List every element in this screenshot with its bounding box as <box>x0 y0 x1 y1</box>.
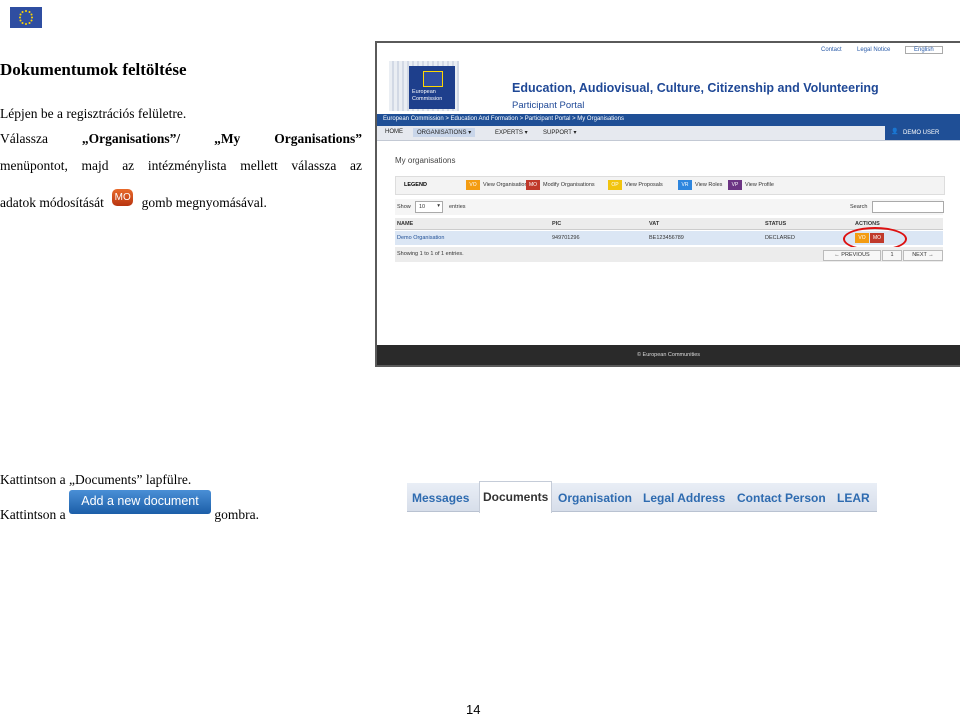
word: intézménylista <box>147 158 227 173</box>
col-name[interactable]: NAME <box>397 221 413 227</box>
next-button[interactable]: NEXT → <box>903 250 943 261</box>
word: mellett <box>240 158 278 173</box>
legend-badge: VP <box>728 180 742 190</box>
legend-label-text: Modify Organisations <box>543 182 595 188</box>
menu-path-my: „My <box>214 131 241 146</box>
page-heading: My organisations <box>395 156 456 165</box>
legend-badge: OP <box>608 180 622 190</box>
instruction-line-5: Kattintson a „Documents” lapfülre. <box>0 472 192 487</box>
tab-lear[interactable]: LEAR <box>837 483 870 511</box>
legend-badge: MO <box>526 180 540 190</box>
user-icon: 👤 <box>891 129 899 135</box>
previous-button[interactable]: ← PREVIOUS <box>823 250 881 261</box>
nav-support[interactable]: SUPPORT ▾ <box>543 129 576 136</box>
org-vat: BE123456789 <box>649 235 684 241</box>
entries-label: entries <box>449 204 466 210</box>
instruction-line-2: Válassza „Organisations”/ „My Organisati… <box>0 131 362 147</box>
table-controls: Show 10 ▾ entries Search <box>395 199 944 215</box>
legend-badge: VR <box>678 180 692 190</box>
show-label: Show <box>397 204 411 210</box>
chevron-down-icon: ▾ <box>437 203 440 209</box>
nav-experts-label: EXPERTS <box>495 130 523 136</box>
legend-label-text: View Profile <box>745 182 774 188</box>
breadcrumb: European Commission > Education And Form… <box>377 114 960 126</box>
top-links: Contact Legal Notice English <box>377 43 960 59</box>
org-name-link[interactable]: Demo Organisation <box>397 235 444 241</box>
legal-notice-link[interactable]: Legal Notice <box>857 47 890 53</box>
page-size-select[interactable]: 10 ▾ <box>415 201 443 213</box>
tab-legal-address[interactable]: Legal Address <box>643 483 725 511</box>
text: adatok módosítását <box>0 195 104 210</box>
word: válassza <box>291 158 337 173</box>
document-tabs: Messages Documents Organisation Legal Ad… <box>407 481 877 513</box>
menu-path-my-organisations: Organisations” <box>274 131 362 146</box>
nav-organisations-label: ORGANISATIONS <box>417 130 467 136</box>
instruction-line-1: Lépjen be a regisztrációs felületre. <box>0 106 187 121</box>
legend-label-text: View Proposals <box>625 182 663 188</box>
tab-messages[interactable]: Messages <box>412 483 469 511</box>
col-vat[interactable]: VAT <box>649 221 659 227</box>
legend-label-text: View Organisations <box>483 182 531 188</box>
legend-label: LEGEND <box>404 182 427 188</box>
demo-user-menu[interactable]: 👤 DEMO USER <box>885 126 960 140</box>
section-title: Dokumentumok feltöltése <box>0 60 187 79</box>
instruction-line-4: adatok módosítását MO gomb megnyomásával… <box>0 189 267 213</box>
tab-organisation[interactable]: Organisation <box>558 483 632 511</box>
legend-badge: VO <box>466 180 480 190</box>
legend-bar: LEGEND VO View Organisations MO Modify Orga… <box>395 176 945 195</box>
text: Válassza <box>0 131 48 146</box>
search-label: Search <box>850 204 868 210</box>
word: az <box>350 158 362 173</box>
table-info: Showing 1 to 1 of 1 entries. <box>397 251 464 257</box>
add-new-document-button: Add a new document <box>69 490 211 514</box>
instruction-line-3: menüpontot, majd az intézménylista mellett vá… <box>0 158 362 174</box>
search-input[interactable] <box>872 201 944 213</box>
text: gomb megnyomásával. <box>141 195 267 210</box>
breadcrumb-text: European Commission > Education And Form… <box>383 116 624 122</box>
org-pic: 949701296 <box>552 235 580 241</box>
european-commission-logo: European Commission <box>409 66 455 109</box>
nav-experts[interactable]: EXPERTS ▾ <box>495 129 528 136</box>
word: majd <box>81 158 109 173</box>
table-footer: Showing 1 to 1 of 1 entries. ← PREVIOUS … <box>395 247 943 262</box>
tab-contact-person[interactable]: Contact Person <box>737 483 826 511</box>
logo-text-2: Commission <box>412 96 443 102</box>
nav-home[interactable]: HOME <box>385 129 403 135</box>
text: Kattintson a <box>0 507 66 522</box>
brand-subtitle: Participant Portal <box>512 100 585 111</box>
legend-label-text: View Roles <box>695 182 723 188</box>
col-status[interactable]: STATUS <box>765 221 786 227</box>
nav-support-label: SUPPORT <box>543 130 572 136</box>
language-select[interactable]: English <box>905 46 943 54</box>
page-1-button[interactable]: 1 <box>882 250 902 261</box>
mo-button-icon: MO <box>112 189 134 206</box>
eu-flag-icon <box>10 7 42 28</box>
col-pic[interactable]: PIC <box>552 221 561 227</box>
portal-screenshot: Contact Legal Notice English European Co… <box>375 41 960 367</box>
word: az <box>122 158 135 173</box>
logo-text-1: European <box>412 89 436 95</box>
instruction-line-6: Kattintson a Add a new document gombra. <box>0 490 259 522</box>
page-size-value: 10 <box>419 204 426 210</box>
menu-path-organisations: „Organisations”/ <box>81 131 181 146</box>
nav-organisations[interactable]: ORGANISATIONS ▾ <box>413 128 476 137</box>
brand-title: Education, Audiovisual, Culture, Citizen… <box>512 81 879 95</box>
main-nav: HOME ORGANISATIONS ▾ EXPERTS ▾ SUPPORT ▾ <box>377 126 960 141</box>
demo-user-label: DEMO USER <box>903 130 940 136</box>
text: gombra. <box>214 507 259 522</box>
org-status: DECLARED <box>765 235 795 241</box>
word: menüpontot, <box>0 158 68 173</box>
portal-footer: © European Communities <box>377 345 960 365</box>
tab-documents[interactable]: Documents <box>479 481 553 513</box>
contact-link[interactable]: Contact <box>821 47 842 53</box>
